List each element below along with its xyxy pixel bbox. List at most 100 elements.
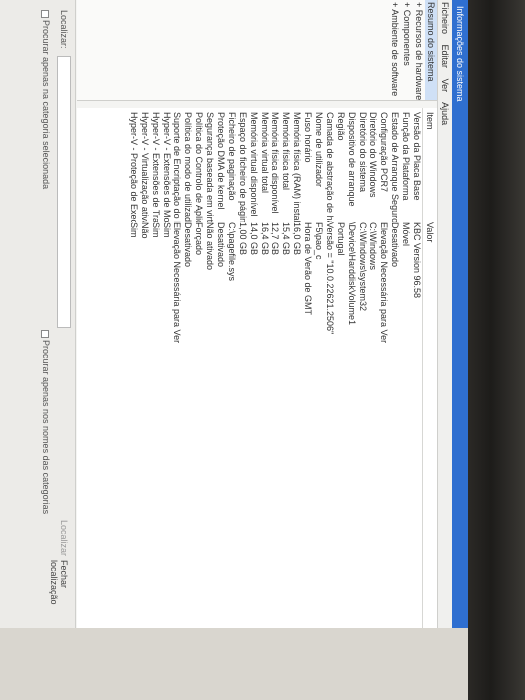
window-title: Informações do sistema [452,0,468,628]
close-find-button[interactable]: Fechar localização [49,560,69,628]
row-item: Diretório do sistema [357,112,368,193]
find-button[interactable]: Localizar [59,520,69,556]
row-value: Desativado [215,222,226,268]
row-value: C:\Windows\system32 [357,222,368,312]
row-value: Versão = "10.0.22621.2506" [324,222,335,335]
row-value: 15,4 GB [281,222,292,256]
table-row[interactable]: Política do Controlo de Aplicaç...Forçad… [193,108,204,628]
row-item: Versão da Placa Base [412,112,422,201]
row-value: Elevação Necessária para Ver [172,222,183,344]
table-row[interactable]: Camada de abstração de hard...Versão = "… [324,108,335,628]
menu-file[interactable]: Ficheiro [440,2,450,34]
table-row[interactable]: Função da Plataforma Móvel [400,108,411,628]
table-row[interactable]: Diretório do sistema C:\Windows\system32 [357,108,368,628]
row-item: Função da Plataforma [401,112,412,201]
tree-item-system-summary[interactable]: Resumo do sistema [425,0,437,100]
checkbox-icon [41,330,50,338]
table-row[interactable]: Região Portugal [335,108,346,628]
row-item: Hyper-V - Proteção de Execuçã... [128,112,139,222]
table-row[interactable]: Diretório do Windows C:\Windows [368,108,379,628]
checkbox-selected-category-label: Procurar apenas na categoria selecionada [41,20,51,190]
table-row[interactable]: Fuso horário Hora de Verão de GMT [302,108,313,628]
row-value: KBC Version 96.58 [412,222,422,299]
row-item: Configuração PCR7 [379,112,390,193]
row-item: Proteção DMA de kernel [215,112,226,210]
row-item: Suporte de Encriptação do Disp... [172,112,183,222]
table-body: Versão da Placa BaseKBC Version 96.58 Fun… [128,108,422,628]
row-value: C:\pagefile.sys [226,222,237,282]
row-item: Fuso horário [303,112,314,163]
table-row[interactable]: Configuração PCR7 Elevação Necessária par… [378,108,389,628]
table-row[interactable]: Memória virtual total 16,4 GB [259,108,270,628]
table-row[interactable]: Hyper-V - Extensões de Modo ...Sim [161,108,172,628]
row-value: Móvel [401,222,412,247]
tree-item-components[interactable]: + Componentes [401,0,413,100]
row-value: 1,00 GB [237,222,248,256]
checkbox-category-names[interactable]: Procurar apenas nos nomes das categorias [41,330,51,514]
table-row[interactable]: Versão da Placa Base KBC Version 96.58 [411,108,422,628]
row-value: \Device\HarddiskVolume1 [346,222,357,326]
find-label: Localizar: [59,10,69,49]
row-value: 14,0 GB [248,222,259,256]
tree-item-software-environment[interactable]: + Ambiente de software [389,0,401,100]
table-row[interactable]: Memória física disponível 12,7 GB [270,108,281,628]
row-value: Sim [128,222,139,238]
checkbox-icon [41,10,50,18]
table-row[interactable]: Hyper-V - Virtualização ativada ...Não [139,108,150,628]
menu-bar: Ficheiro Editar Ver Ajuda [437,0,452,628]
row-item: Memória física (RAM) instalada [292,112,303,222]
table-row[interactable]: Nome de utilizador F5\pao_c [313,108,324,628]
row-value: Não [139,222,150,239]
row-item: Hyper-V - Extensões de Modo ... [161,112,172,222]
checkbox-category-names-label: Procurar apenas nos nomes das categorias [41,340,51,515]
table-row[interactable]: Memória física (RAM) instalada16,0 GB [291,108,302,628]
row-item: Camada de abstração de hard... [324,112,335,222]
table-row[interactable]: Hyper-V - Extensões de Tradução...Sim [150,108,161,628]
row-item: Espaço do ficheiro de página [237,112,248,222]
table-row[interactable]: Memória física total 15,4 GB [280,108,291,628]
main-area: Resumo do sistema + Recursos de hardware… [77,0,437,628]
menu-edit[interactable]: Editar [440,45,450,69]
menu-view[interactable]: Ver [440,79,450,93]
row-item: Ficheiro de paginação [226,112,237,201]
row-value: 16,0 GB [292,222,303,256]
row-value: C:\Windows [368,222,379,271]
column-header-value[interactable]: Valor [423,222,437,622]
row-value: F5\pao_c [313,222,324,260]
row-value: 12,7 GB [270,222,281,256]
row-item: Política do modo de utilizador ... [183,112,194,222]
row-item: Diretório do Windows [368,112,379,198]
table-row[interactable]: Estado de Arranque SeguroDesativado [389,108,400,628]
system-information-window: Informações do sistema Ficheiro Editar V… [0,0,468,628]
details-table: ItemValor Versão da Placa Base KBC Versio… [77,108,437,628]
category-tree: Resumo do sistema + Recursos de hardware… [77,0,437,101]
menu-help[interactable]: Ajuda [440,102,450,125]
row-value: Sim [150,222,161,238]
row-item: Memória física total [281,112,292,191]
row-value: Não ativado [205,222,216,271]
row-value: 16,4 GB [259,222,270,256]
row-value: Desativado [390,222,401,268]
column-header-item[interactable]: Item [423,108,437,222]
row-item: Memória virtual disponível [248,112,259,217]
row-item: Segurança baseada em virtuali... [205,112,216,222]
table-row[interactable]: Segurança baseada em virtuali...Não ativ… [204,108,215,628]
checkbox-selected-category[interactable]: Procurar apenas na categoria selecionada [41,10,51,189]
row-value: Desativado [183,222,194,268]
table-row[interactable]: Política do modo de utilizador ...Desati… [182,108,193,628]
table-row[interactable]: Memória virtual disponível 14,0 GB [248,108,259,628]
row-item: Estado de Arranque Seguro [390,112,401,222]
table-header: ItemValor [422,108,437,628]
row-value: Elevação Necessária para Ver [379,222,390,344]
table-row[interactable]: Suporte de Encriptação do Disp...Elevaçã… [172,108,183,628]
row-item: Hyper-V - Extensões de Tradução... [150,112,161,222]
table-row[interactable]: Ficheiro de paginação C:\pagefile.sys [226,108,237,628]
table-row[interactable]: Espaço do ficheiro de página1,00 GB [237,108,248,628]
table-row[interactable]: Dispositivo de arranque \Device\HarddiskV… [346,108,357,628]
row-value: Hora de Verão de GMT [303,222,314,316]
row-item: Dispositivo de arranque [346,112,357,207]
find-input[interactable] [57,56,71,328]
table-row[interactable]: Hyper-V - Proteção de Execuçã...Sim [128,108,139,628]
table-row[interactable]: Proteção DMA de kernel Desativado [215,108,226,628]
tree-item-hardware-resources[interactable]: + Recursos de hardware [413,0,425,100]
